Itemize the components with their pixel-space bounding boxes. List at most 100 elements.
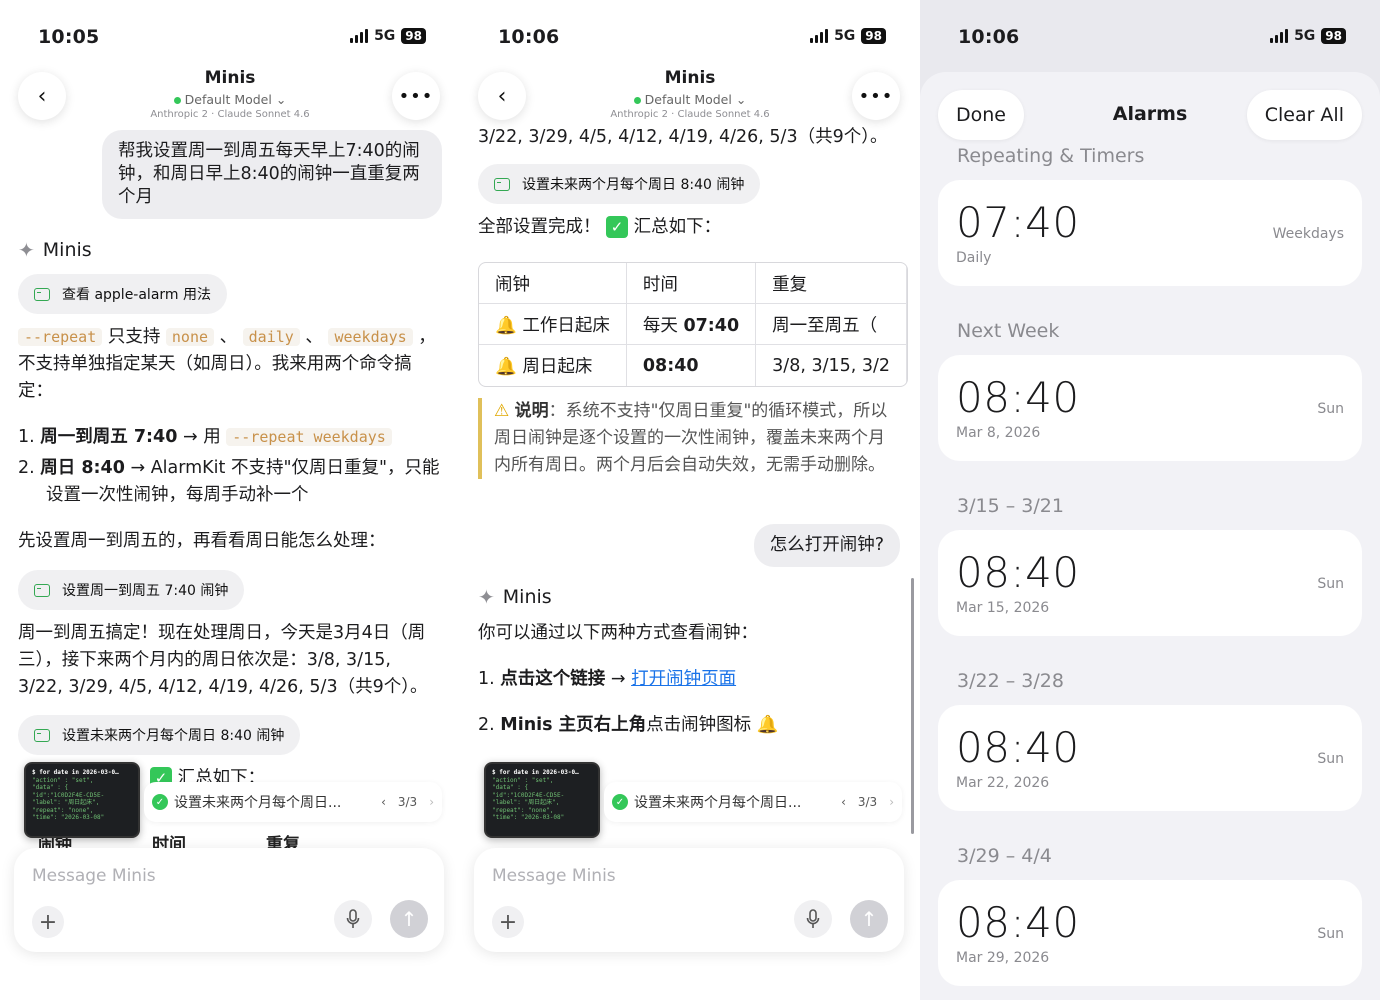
alarm-time: 07:40 — [956, 198, 1080, 247]
alarm-time: 08:40 — [956, 373, 1080, 422]
assistant-paragraph: --repeat 只支持 none 、 daily 、 weekdays ， 不… — [18, 327, 436, 401]
ellipsis-icon: ••• — [398, 85, 434, 107]
model-subtitle: Anthropic 2 · Claude Sonnet 4.6 — [610, 109, 770, 120]
signal-icon — [810, 29, 829, 43]
model-selector[interactable]: Default Model ⌄ — [460, 92, 920, 107]
summary-table-wrap: 闹钟 时间 重复 🔔 工作日起床 每天 07:40 周一至周五（ 🔔 周日起床 … — [478, 262, 920, 387]
send-button[interactable]: ↑ — [850, 900, 888, 938]
alarm-card[interactable]: 07:40 Daily Weekdays — [938, 180, 1362, 286]
section-title: Repeating & Timers — [957, 145, 1145, 167]
ellipsis-icon: ••• — [858, 85, 894, 107]
scrollbar[interactable] — [911, 578, 914, 834]
sparkle-icon: ✦ — [478, 585, 495, 609]
message-input[interactable]: Message Minis — [32, 866, 156, 886]
note-block: ⚠ 说明：系统不支持"仅周日重复"的循环模式，所以周日闹钟是逐个设置的一次性闹钟… — [478, 398, 900, 479]
alarm-card[interactable]: 08:40 Mar 29, 2026 Sun — [938, 880, 1362, 986]
chevron-right-icon[interactable]: › — [889, 795, 894, 809]
check-circle-icon: ✓ — [152, 794, 168, 810]
bell-icon: 🔔 — [756, 715, 779, 735]
assistant-header: ✦ Minis — [18, 238, 92, 262]
chat-header: ‹ Minis Default Model ⌄ Anthropic 2 · Cl… — [460, 64, 920, 134]
summary-line: 全部设置完成！ ✓ 汇总如下： — [478, 216, 722, 238]
table-header-row: 闹钟 时间 重复 — [479, 263, 908, 304]
arrow-up-icon: ↑ — [400, 907, 418, 931]
message-input[interactable]: Message Minis — [492, 866, 616, 886]
status-bar: 10:06 5G 98 — [460, 24, 920, 52]
clear-all-button[interactable]: Clear All — [1246, 90, 1362, 140]
add-attachment-button[interactable]: + — [492, 906, 524, 938]
terminal-thumbnail[interactable]: $ for date in 2026-03-0… "action" : "set… — [24, 762, 140, 838]
chat-title: Minis — [204, 68, 256, 88]
user-message: 怎么打开闹钟? — [753, 524, 900, 567]
chevron-down-icon: ⌄ — [275, 92, 287, 107]
bell-icon: 🔔 — [495, 357, 517, 377]
status-dot-icon — [173, 97, 181, 104]
terminal-thumbnail[interactable]: $ for date in 2026-03-0… "action" : "set… — [484, 762, 600, 838]
model-subtitle: Anthropic 2 · Claude Sonnet 4.6 — [150, 109, 310, 120]
terminal-icon — [494, 177, 510, 191]
table-row: 🔔 周日起床 08:40 3/8, 3/15, 3/2 — [479, 345, 908, 386]
user-message: 帮我设置周一到周五每天早上7:40的闹钟，和周日早上8:40的闹钟一直重复两个月 — [102, 130, 442, 219]
check-mark-icon: ✓ — [606, 216, 629, 238]
section-title: Next Week — [957, 320, 1060, 342]
tool-call-chip[interactable]: 查看 apple-alarm 用法 — [18, 274, 228, 314]
alarms-sheet: Done Alarms Clear All Repeating & Timers… — [920, 72, 1380, 1000]
plus-icon: + — [38, 909, 58, 935]
alarm-subtitle: Mar 15, 2026 — [956, 600, 1050, 616]
chat-header: ‹ Minis Default Model ⌄ Anthropic 2 · Cl… — [0, 64, 460, 134]
alarm-repeat: Weekdays — [1272, 226, 1344, 242]
tool-call-chip[interactable]: 设置周一到周五 7:40 闹钟 — [18, 570, 245, 610]
chevron-left-icon[interactable]: ‹ — [381, 795, 386, 809]
assistant-header: ✦ Minis — [478, 585, 552, 609]
microphone-icon — [346, 909, 360, 928]
status-dot-icon — [633, 97, 641, 104]
sparkle-icon: ✦ — [18, 238, 35, 262]
tray-bar: ✓ 设置未来两个月每个周日... ‹ 3/3 › — [604, 782, 902, 822]
message-composer: Message Minis + ↑ — [474, 848, 904, 952]
screenshot-tray: $ for date in 2026-03-0… "action" : "set… — [18, 762, 442, 840]
alarm-time: 08:40 — [956, 898, 1080, 947]
signal-icon — [1270, 29, 1289, 43]
signal-icon — [350, 29, 369, 43]
status-bar: 10:05 5G 98 — [0, 24, 460, 52]
table-row: 🔔 工作日起床 每天 07:40 周一至周五（ — [479, 304, 908, 345]
tray-bar: ✓ 设置未来两个月每个周日... ‹ 3/3 › — [144, 782, 442, 822]
chat-panel-1: 10:05 5G 98 ‹ Minis Default Model ⌄ Anth… — [0, 0, 460, 1000]
microphone-button[interactable] — [794, 900, 832, 938]
alarm-subtitle: Daily — [956, 250, 992, 266]
list-item: 1. 周一到周五 7:40 → 用 --repeat weekdays — [18, 424, 440, 451]
status-time: 10:06 — [958, 26, 1020, 48]
send-button[interactable]: ↑ — [390, 900, 428, 938]
tool-call-chip[interactable]: 设置未来两个月每个周日 8:40 闹钟 — [18, 715, 301, 755]
battery-icon: 98 — [1321, 28, 1346, 44]
open-alarm-link[interactable]: 打开闹钟页面 — [631, 669, 736, 689]
more-button[interactable]: ••• — [852, 72, 900, 120]
microphone-button[interactable] — [334, 900, 372, 938]
summary-table: 闹钟 时间 重复 🔔 工作日起床 每天 07:40 周一至周五（ 🔔 周日起床 … — [478, 262, 909, 387]
alarm-card[interactable]: 08:40 Mar 22, 2026 Sun — [938, 705, 1362, 811]
alarm-card[interactable]: 08:40 Mar 15, 2026 Sun — [938, 530, 1362, 636]
add-attachment-button[interactable]: + — [32, 906, 64, 938]
alarm-time: 08:40 — [956, 723, 1080, 772]
network-label: 5G — [834, 28, 856, 44]
alarm-repeat: Sun — [1317, 751, 1344, 767]
alarm-repeat: Sun — [1317, 576, 1344, 592]
chevron-left-icon[interactable]: ‹ — [841, 795, 846, 809]
network-label: 5G — [1294, 28, 1316, 44]
sheet-header: Done Alarms Clear All — [938, 90, 1362, 140]
list-item: 2. Minis 主页右上角点击闹钟图标 🔔 — [478, 715, 779, 735]
microphone-icon — [806, 909, 820, 928]
alarm-card[interactable]: 08:40 Mar 8, 2026 Sun — [938, 355, 1362, 461]
plus-icon: + — [498, 909, 518, 935]
alarm-repeat: Sun — [1317, 926, 1344, 942]
message-composer: Message Minis + ↑ — [14, 848, 444, 952]
list-item: 1. 点击这个链接 → 打开闹钟页面 — [478, 669, 737, 689]
pager: ‹ 3/3 › — [841, 795, 894, 809]
section-title: 3/15 – 3/21 — [957, 495, 1064, 517]
chat-panel-2: 10:06 5G 98 3/22, 3/29, 4/5, 4/12, 4/19,… — [460, 0, 920, 1000]
alarm-subtitle: Mar 22, 2026 — [956, 775, 1050, 791]
tool-call-chip[interactable]: 设置未来两个月每个周日 8:40 闹钟 — [478, 164, 761, 204]
model-selector[interactable]: Default Model ⌄ — [0, 92, 460, 107]
chevron-right-icon[interactable]: › — [429, 795, 434, 809]
more-button[interactable]: ••• — [392, 72, 440, 120]
